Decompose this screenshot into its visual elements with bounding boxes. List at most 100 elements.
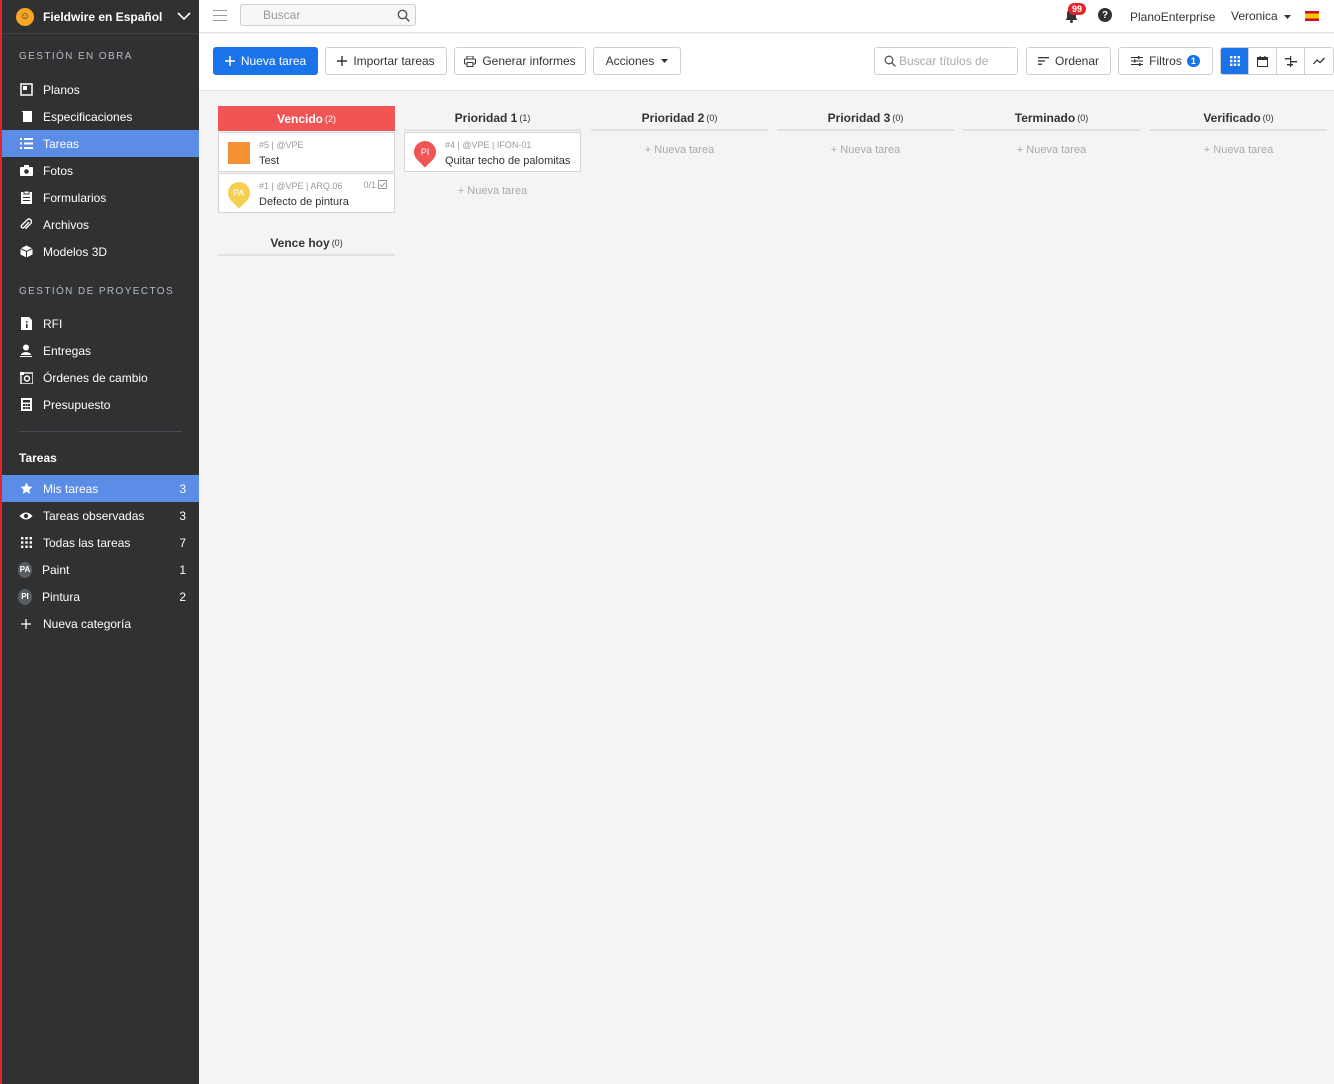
sidebar-item-tareas[interactable]: Tareas	[2, 130, 199, 157]
menu-icon[interactable]	[213, 10, 227, 22]
new-task-link[interactable]: + Nueva tarea	[591, 144, 768, 156]
chevron-down-icon[interactable]	[169, 12, 199, 21]
column-count: (2)	[325, 113, 336, 124]
user-name: Veronica	[1231, 9, 1278, 23]
gantt-view-icon[interactable]	[1277, 48, 1305, 74]
filters-label: Filtros	[1149, 54, 1182, 68]
sidebar-item-todas-las-tareas[interactable]: Todas las tareas 7	[2, 529, 199, 556]
task-card[interactable]: PA #1 | @VPE | ARQ.06 Defecto de pintura…	[218, 173, 395, 213]
plan-label: PlanoEnterprise	[1130, 10, 1216, 24]
sidebar-item-label: Mis tareas	[43, 481, 99, 496]
sidebar-item-label: Especificaciones	[43, 109, 133, 124]
sidebar-item-label: RFI	[43, 316, 63, 331]
sidebar-item-paint[interactable]: PA Paint 1	[2, 556, 199, 583]
toolbar: Nueva tarea Importar tareas Generar info…	[199, 34, 1334, 91]
help-icon[interactable]: ?	[1098, 8, 1112, 22]
sort-button[interactable]: Ordenar	[1026, 47, 1111, 75]
task-title: Test	[259, 155, 280, 167]
pin-label: PI	[420, 147, 430, 158]
task-title-search-input[interactable]	[899, 48, 1017, 74]
task-card[interactable]: PI #4 | @VPE | IFON-01 Quitar techo de p…	[404, 132, 581, 172]
sidebar-item-label: Fotos	[43, 163, 74, 178]
specs-icon	[19, 110, 33, 124]
sidebar-item-fotos[interactable]: Fotos	[2, 157, 199, 184]
star-icon	[19, 482, 33, 496]
column-count: (0)	[1077, 112, 1089, 123]
actions-label: Acciones	[605, 54, 655, 68]
map-pin-icon: PI	[409, 136, 441, 168]
clipboard-icon	[19, 191, 33, 205]
sidebar-item-especificaciones[interactable]: Especificaciones	[2, 103, 199, 130]
sidebar-item-label: Presupuesto	[43, 397, 111, 412]
task-meta: #4 | @VPE | IFON-01	[445, 140, 532, 150]
generate-reports-button[interactable]: Generar informes	[454, 47, 586, 75]
sidebar-item-tareas-observadas[interactable]: Tareas observadas 3	[2, 502, 199, 529]
task-count: 7	[179, 535, 186, 550]
column-header: Prioridad 3 (0)	[777, 106, 954, 131]
calendar-view-icon[interactable]	[1249, 48, 1277, 74]
rfi-icon	[19, 317, 33, 331]
global-search-input[interactable]	[241, 5, 381, 25]
column-vencido: Vencido (2) #5 | @VPE Test PA #1 | @VPE |…	[218, 106, 395, 213]
plus-icon	[337, 56, 348, 66]
sidebar-item-nueva-categoria[interactable]: Nueva categoría	[2, 610, 199, 637]
sidebar-item-pintura[interactable]: PI Pintura 2	[2, 583, 199, 610]
column-title: Prioridad 3	[827, 110, 891, 125]
column-header: Vence hoy (0)	[218, 231, 395, 256]
sidebar-item-label: Todas las tareas	[43, 535, 131, 550]
actions-dropdown[interactable]: Acciones	[593, 47, 681, 75]
new-task-link[interactable]: + Nueva tarea	[963, 144, 1140, 156]
sidebar-item-label: Modelos 3D	[43, 244, 108, 259]
column-header: Prioridad 1 (1)	[404, 106, 581, 131]
sidebar-item-rfi[interactable]: RFI	[2, 310, 199, 337]
new-task-link[interactable]: + Nueva tarea	[777, 144, 954, 156]
import-tasks-button[interactable]: Importar tareas	[325, 47, 447, 75]
sidebar-item-modelos-3d[interactable]: Modelos 3D	[2, 238, 199, 265]
new-task-link[interactable]: + Nueva tarea	[404, 185, 581, 197]
new-task-link[interactable]: + Nueva tarea	[1150, 144, 1327, 156]
column-count: (1)	[519, 112, 531, 123]
sidebar-item-presupuesto[interactable]: Presupuesto	[2, 391, 199, 418]
sidebar-item-entregas[interactable]: Entregas	[2, 337, 199, 364]
sidebar-item-planos[interactable]: Planos	[2, 76, 199, 103]
user-menu[interactable]: Veronica	[1231, 9, 1292, 23]
sidebar-item-label: Tareas observadas	[43, 508, 145, 523]
column-header: Prioridad 2 (0)	[591, 106, 768, 131]
sort-label: Ordenar	[1054, 54, 1100, 68]
spain-flag-icon[interactable]	[1305, 11, 1319, 21]
column-title: Vence hoy	[270, 235, 330, 250]
sidebar-item-label: Entregas	[43, 343, 92, 358]
new-task-button[interactable]: Nueva tarea	[213, 47, 318, 75]
board-view-icon[interactable]	[1221, 48, 1249, 74]
column-prioridad-1: Prioridad 1 (1) PI #4 | @VPE | IFON-01 Qu…	[404, 106, 581, 197]
caret-down-icon	[1284, 14, 1292, 19]
plus-icon	[224, 56, 235, 66]
sidebar-item-archivos[interactable]: Archivos	[2, 211, 199, 238]
sidebar-item-label: Paint	[42, 562, 70, 577]
sidebar-item-mis-tareas[interactable]: Mis tareas 3	[2, 475, 199, 502]
task-title-search	[874, 47, 1018, 75]
checklist-ratio: 0/1	[363, 180, 376, 190]
column-header: Verificado (0)	[1150, 106, 1327, 131]
task-count: 2	[179, 589, 186, 604]
import-tasks-label: Importar tareas	[353, 54, 435, 68]
calculator-icon	[19, 398, 33, 412]
filters-button[interactable]: Filtros 1	[1118, 47, 1213, 75]
sidebar-item-ordenes-de-cambio[interactable]: Órdenes de cambio	[2, 364, 199, 391]
column-title: Prioridad 2	[641, 110, 705, 125]
sidebar-item-formularios[interactable]: Formularios	[2, 184, 199, 211]
column-title: Vencido	[276, 111, 323, 126]
sliders-icon	[1131, 56, 1144, 66]
task-card[interactable]: #5 | @VPE Test	[218, 132, 395, 172]
project-switcher[interactable]: ☺ Fieldwire en Español	[2, 0, 199, 34]
analytics-view-icon[interactable]	[1305, 48, 1333, 74]
column-vence-hoy: Vence hoy (0)	[218, 231, 395, 256]
search-icon[interactable]	[397, 9, 410, 25]
global-search	[240, 4, 416, 26]
project-logo-icon: ☺	[16, 7, 34, 26]
sidebar-item-label: Archivos	[43, 217, 90, 232]
section-title-obra: GESTIÓN EN OBRA	[19, 50, 133, 62]
column-title: Terminado	[1014, 110, 1076, 125]
category-avatar: PI	[18, 588, 32, 605]
column-count: (0)	[892, 112, 904, 123]
